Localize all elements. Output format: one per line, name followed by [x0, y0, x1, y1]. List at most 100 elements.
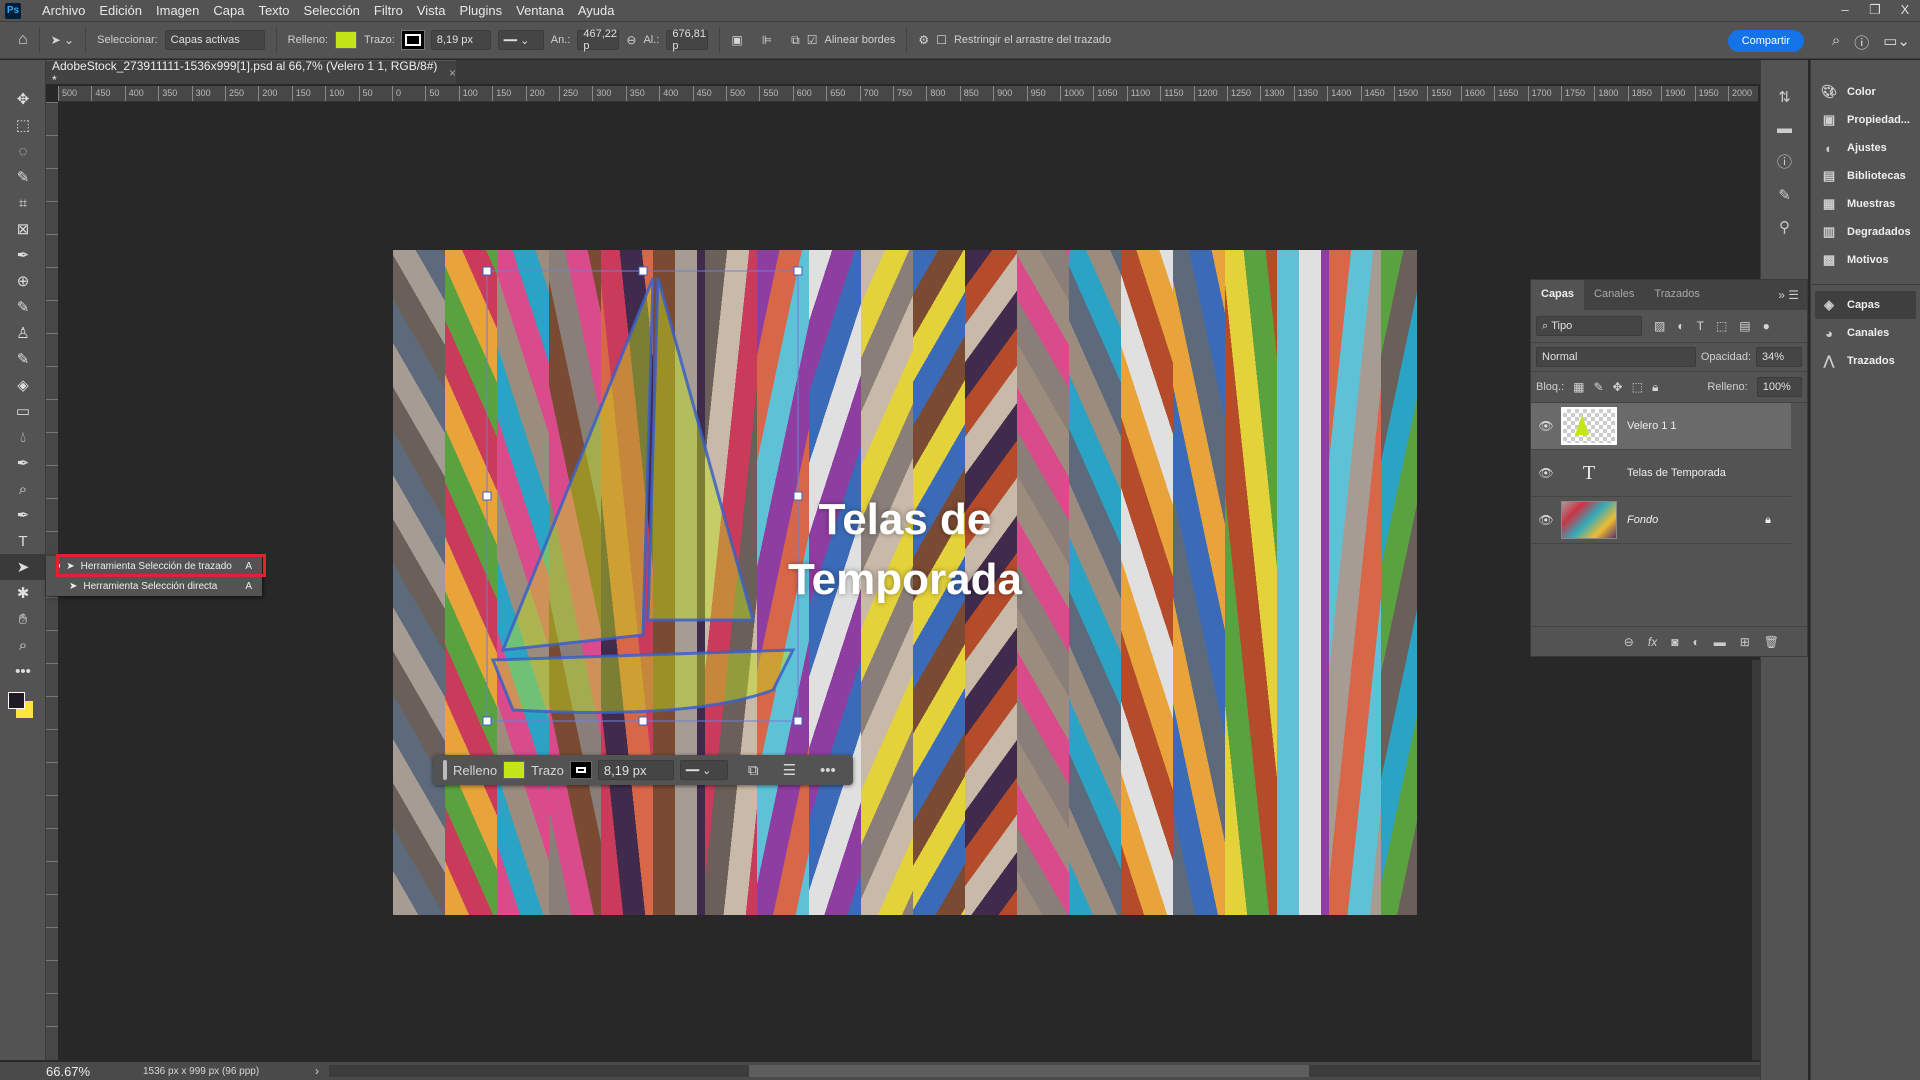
filter-adjustment-icon[interactable]: ◐: [1677, 319, 1684, 333]
panel-color[interactable]: 🎨︎ Color: [1811, 78, 1920, 106]
menu-selección[interactable]: Selección: [297, 3, 367, 18]
menu-edición[interactable]: Edición: [92, 3, 149, 18]
lock-position-icon[interactable]: ✥: [1613, 380, 1623, 394]
opacity-input[interactable]: 34%: [1756, 347, 1802, 367]
panel-menu-icon[interactable]: » ☰: [1770, 280, 1807, 310]
menu-archivo[interactable]: Archivo: [35, 3, 92, 18]
blur-icon[interactable]: 💧︎: [0, 424, 46, 450]
lock-pixels-icon[interactable]: ✎: [1593, 380, 1603, 394]
menu-filtro[interactable]: Filtro: [367, 3, 410, 18]
menu-ventana[interactable]: Ventana: [509, 3, 571, 18]
help-icon[interactable]: ⓘ: [1854, 32, 1869, 53]
crop-icon[interactable]: ⌗: [0, 190, 46, 216]
path-selection-icon[interactable]: ➤: [0, 554, 46, 580]
menu-ayuda[interactable]: Ayuda: [571, 3, 622, 18]
lock-all-icon[interactable]: 🔒︎: [1652, 380, 1658, 395]
path-operations-icon[interactable]: ▣: [731, 33, 742, 47]
stroke-style-dropdown[interactable]: ━━ ⌄: [497, 30, 544, 50]
blend-mode-dropdown[interactable]: Normal: [1536, 347, 1696, 367]
settings-sliders-icon[interactable]: ☰: [783, 761, 796, 779]
transform-handle[interactable]: [482, 716, 492, 726]
share-button[interactable]: Compartir: [1727, 30, 1804, 52]
path-selection-tool-icon[interactable]: ➤ ⌄: [51, 33, 74, 47]
color-swatches[interactable]: [0, 684, 45, 728]
shape-icon[interactable]: ✱: [0, 580, 46, 606]
path-alignment-icon[interactable]: ⊫: [762, 33, 772, 47]
zoom-level[interactable]: 66.67%: [0, 1064, 115, 1079]
restore-button[interactable]: ❐: [1860, 0, 1890, 21]
pen-icon[interactable]: ✒: [0, 502, 46, 528]
panel-propiedad[interactable]: ▣ Propiedad...: [1811, 106, 1920, 134]
brushes-icon[interactable]: ✎: [1778, 186, 1791, 204]
document-canvas[interactable]: Telas de Temporada: [393, 250, 1417, 915]
select-dropdown[interactable]: Capas activas: [164, 30, 265, 50]
filter-type-icon[interactable]: T: [1697, 319, 1704, 333]
hand-icon[interactable]: ✋︎: [0, 606, 46, 632]
panel-capas[interactable]: ◈ Capas: [1815, 291, 1916, 319]
eyedropper-icon[interactable]: ✒: [0, 242, 46, 268]
quick-select-icon[interactable]: ✎: [0, 164, 46, 190]
tab-capas[interactable]: Capas: [1531, 280, 1585, 310]
visibility-eye-icon[interactable]: 👁︎: [1531, 513, 1561, 527]
transform-handle[interactable]: [793, 716, 803, 726]
add-mask-icon[interactable]: ◙: [1671, 635, 1678, 649]
delete-layer-icon[interactable]: 🗑︎: [1764, 635, 1779, 649]
lock-transparency-icon[interactable]: ▦: [1573, 380, 1584, 394]
width-input[interactable]: 467,22 p: [577, 28, 620, 52]
path-operations-icon[interactable]: ⧉: [748, 762, 759, 779]
menu-imagen[interactable]: Imagen: [149, 3, 206, 18]
panel-bibliotecas[interactable]: ▤ Bibliotecas: [1811, 162, 1920, 190]
panel-trazados[interactable]: ⋀ Trazados: [1811, 347, 1920, 375]
adjustment-layer-icon[interactable]: ◐: [1692, 635, 1699, 649]
panel-muestras[interactable]: ▦ Muestras: [1811, 190, 1920, 218]
move-icon[interactable]: ✥: [0, 86, 46, 112]
panel-degradados[interactable]: ▥ Degradados: [1811, 218, 1920, 246]
transform-handle[interactable]: [482, 266, 492, 276]
zoom-icon[interactable]: ⌕: [0, 632, 46, 658]
transform-handle[interactable]: [793, 266, 803, 276]
layer-filter-dropdown[interactable]: ⌕ Tipo: [1536, 316, 1642, 336]
brush-icon[interactable]: ✎: [0, 294, 46, 320]
transform-handle[interactable]: [638, 716, 648, 726]
panel-motivos[interactable]: ▩ Motivos: [1811, 246, 1920, 274]
search-icon[interactable]: ⌕: [1832, 32, 1840, 53]
panel-canales[interactable]: ◕ Canales: [1811, 319, 1920, 347]
layer-row[interactable]: 👁︎ T Telas de Temporada: [1531, 450, 1791, 497]
new-layer-icon[interactable]: ⊞: [1740, 635, 1750, 649]
stamp-icon[interactable]: ♙: [0, 320, 46, 346]
filter-pixel-icon[interactable]: ▨: [1654, 319, 1665, 333]
transform-handle[interactable]: [638, 266, 648, 276]
fill-swatch[interactable]: [335, 31, 358, 49]
drag-handle[interactable]: [443, 760, 447, 780]
menu-vista[interactable]: Vista: [410, 3, 453, 18]
panel-ajustes[interactable]: ◐ Ajustes: [1811, 134, 1920, 162]
layer-row[interactable]: 👁︎ Fondo 🔒︎: [1531, 497, 1791, 544]
horizontal-scrollbar[interactable]: [329, 1065, 1760, 1077]
visibility-eye-icon[interactable]: 👁︎: [1531, 419, 1561, 433]
ctx-fill-swatch[interactable]: [503, 761, 526, 779]
layer-row[interactable]: 👁︎ Velero 1 1: [1531, 403, 1791, 450]
filter-shape-icon[interactable]: ⬚: [1716, 319, 1727, 333]
history-icon[interactable]: ⇅: [1778, 88, 1791, 106]
healing-icon[interactable]: ⊕: [0, 268, 46, 294]
ctx-stroke-swatch[interactable]: [569, 761, 592, 779]
eraser-icon[interactable]: ◈: [0, 372, 46, 398]
menu-plugins[interactable]: Plugins: [452, 3, 509, 18]
menu-capa[interactable]: Capa: [206, 3, 251, 18]
info-icon[interactable]: ⓘ: [1777, 151, 1792, 172]
tab-trazados[interactable]: Trazados: [1644, 280, 1709, 310]
more-icon[interactable]: •••: [0, 658, 46, 684]
type-icon[interactable]: T: [0, 528, 46, 554]
visibility-eye-icon[interactable]: 👁︎: [1531, 466, 1561, 480]
gradient-icon[interactable]: ▭: [0, 398, 46, 424]
fill-input[interactable]: 100%: [1756, 377, 1802, 397]
ctx-stroke-width[interactable]: 8,19 px: [597, 760, 674, 780]
filter-smart-object-icon[interactable]: ▤: [1739, 319, 1750, 333]
comments-icon[interactable]: ▬: [1777, 120, 1792, 137]
fx-icon[interactable]: fx: [1648, 635, 1657, 649]
frame-icon[interactable]: ⊠: [0, 216, 46, 242]
menu-texto[interactable]: Texto: [251, 3, 296, 18]
minimize-button[interactable]: –: [1830, 0, 1860, 21]
workspace-icon[interactable]: ▭⌄: [1883, 32, 1910, 53]
close-button[interactable]: X: [1890, 0, 1920, 21]
